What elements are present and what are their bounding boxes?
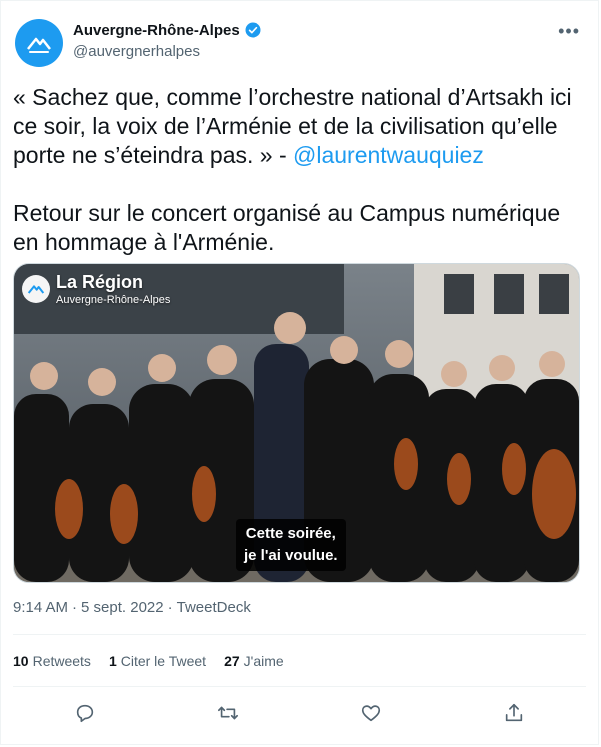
divider: [13, 634, 586, 635]
mention-link[interactable]: @laurentwauquiez: [293, 142, 484, 168]
display-name[interactable]: Auvergne-Rhône-Alpes: [73, 22, 240, 39]
tweet-card: Auvergne-Rhône-Alpes @auvergnerhalpes ••…: [0, 0, 599, 745]
likes-stat[interactable]: 27 J'aime: [224, 653, 284, 669]
video-caption: Cette soirée, je l'ai voulue.: [236, 519, 346, 571]
tweet-time[interactable]: 9:14 AM: [13, 599, 68, 616]
retweet-icon[interactable]: [216, 701, 240, 725]
verified-badge-icon: [245, 22, 261, 38]
reply-icon[interactable]: [73, 701, 97, 725]
tweet-paragraph-2: Retour sur le concert organisé au Campus…: [13, 200, 567, 255]
quotes-stat[interactable]: 1 Citer le Tweet: [109, 653, 206, 669]
region-logo-icon: [27, 37, 51, 53]
video-logo-title: La Région: [56, 272, 144, 292]
tweet-date[interactable]: 5 sept. 2022: [81, 599, 164, 616]
tweet-source[interactable]: TweetDeck: [177, 599, 251, 616]
divider: [13, 686, 586, 687]
video-logo-subtitle: Auvergne-Rhône-Alpes: [56, 294, 171, 306]
avatar[interactable]: [15, 19, 63, 67]
share-icon[interactable]: [502, 701, 526, 725]
video-logo: La Région Auvergne-Rhône-Alpes: [22, 272, 170, 306]
account-handle[interactable]: @auvergnerhalpes: [73, 43, 262, 60]
tweet-meta: 9:14 AM · 5 sept. 2022 · TweetDeck: [13, 599, 251, 616]
retweets-stat[interactable]: 10 Retweets: [13, 653, 91, 669]
like-icon[interactable]: [359, 701, 383, 725]
tweet-stats: 10 Retweets 1 Citer le Tweet 27 J'aime: [13, 653, 284, 669]
more-options-icon[interactable]: •••: [558, 21, 580, 42]
account-names: Auvergne-Rhône-Alpes @auvergnerhalpes: [73, 21, 262, 60]
tweet-header: Auvergne-Rhône-Alpes @auvergnerhalpes ••…: [13, 17, 586, 67]
tweet-actions: [13, 701, 586, 725]
tweet-text: « Sachez que, comme l’orchestre national…: [13, 83, 583, 257]
region-logo-icon: [22, 275, 50, 303]
